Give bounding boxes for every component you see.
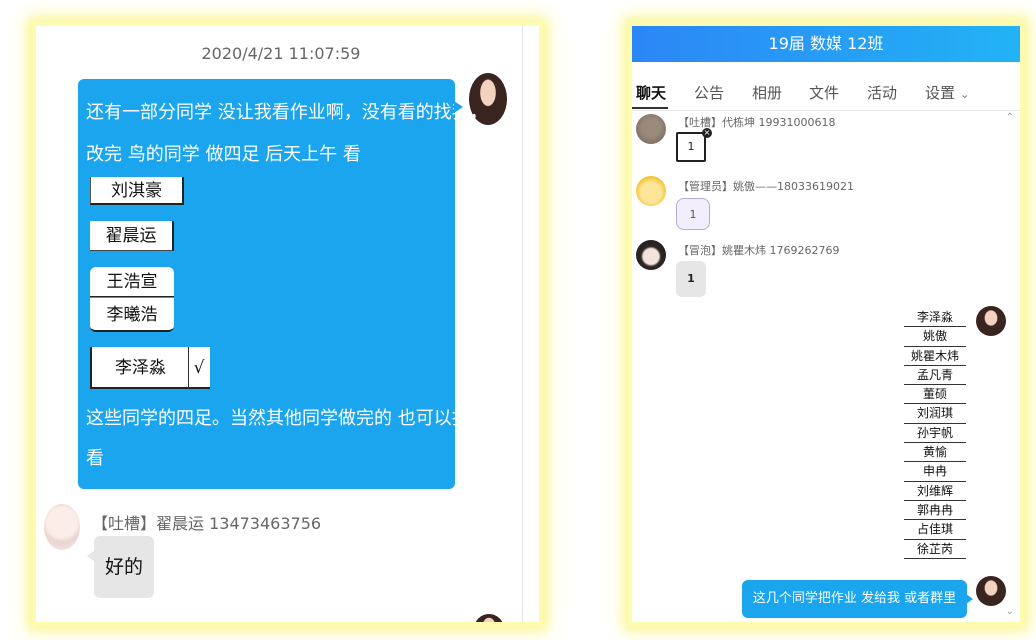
message-text: 1 [676, 198, 710, 230]
final-message-bubble: 这几个同学把作业 发给我 或者群里 [742, 580, 973, 618]
name-cell: 刘淇豪 [90, 177, 184, 205]
list-item: 申冉 [904, 462, 966, 482]
active-tab-indicator [632, 107, 668, 109]
list-item: 孙宇帆 [904, 424, 966, 444]
tab-settings[interactable]: 设置 ⌄ [925, 82, 970, 103]
reply-sender: 【吐槽】翟晨运 13473463756 [92, 514, 322, 533]
name-cell: 王浩宣 [90, 267, 174, 297]
chat-screenshot-right: 19届 数媒 12班 聊天 公告 相册 文件 活动 设置 ⌄ ⌃ 【吐槽】代栋坤… [632, 26, 1020, 622]
tab-album[interactable]: 相册 [752, 82, 782, 103]
list-item: 郭冉冉 [904, 501, 966, 521]
chevron-down-icon: ⌄ [959, 87, 970, 101]
chevron-up-icon[interactable]: ⌃ [1006, 112, 1014, 123]
group-title: 19届 数媒 12班 [632, 26, 1020, 62]
close-icon: × [702, 128, 712, 138]
group-tabs: 聊天 公告 相册 文件 活动 设置 ⌄ [632, 78, 1020, 109]
list-item: 孟凡青 [904, 366, 966, 386]
list-item: 姚瞿木炜 [904, 347, 966, 366]
student-avatar[interactable] [44, 504, 80, 550]
list-item: 徐芷芮 [904, 540, 966, 559]
message-line-1: 还有一部分同学 没让我看作业啊，没有看的找我， [86, 102, 488, 123]
tab-settings-label: 设置 [925, 84, 956, 102]
list-item: 黄愉 [904, 443, 966, 463]
list-item: 刘润琪 [904, 404, 966, 424]
name-list: 李泽淼 姚傲 姚瞿木炜 孟凡青 董硕 刘润琪 孙宇帆 黄愉 申冉 刘维辉 郭冉冉… [904, 308, 966, 559]
tab-announcements[interactable]: 公告 [694, 82, 724, 103]
teacher-avatar[interactable] [976, 576, 1006, 606]
teacher-avatar[interactable] [976, 306, 1006, 336]
message-timestamp: 2020/4/21 11:07:59 [201, 44, 361, 63]
message-line-4: 看 [86, 448, 104, 469]
list-item: 李泽淼 [904, 308, 966, 328]
name-cell: 李曦浩 [90, 298, 174, 332]
check-mark: √ [193, 358, 205, 378]
sender-avatar[interactable] [636, 240, 666, 270]
list-item: 刘维辉 [904, 482, 966, 501]
sender-avatar[interactable] [636, 114, 666, 144]
teacher-message-bubble: 还有一部分同学 没让我看作业啊，没有看的找我， 改完 鸟的同学 做四足 后天上午… [78, 79, 488, 489]
message-text: 1 [676, 261, 706, 297]
scrollbar-track[interactable] [522, 26, 523, 622]
sender-avatar[interactable] [636, 176, 666, 206]
name-cell: 李泽淼 [93, 347, 189, 389]
tabs-divider [632, 110, 1020, 111]
tab-files[interactable]: 文件 [809, 82, 839, 103]
tab-chat[interactable]: 聊天 [636, 82, 666, 103]
message-text: 1 [676, 132, 706, 162]
reply-bubble: 好的 [87, 536, 154, 598]
list-item: 姚傲 [904, 327, 966, 347]
list-item: 占佳琪 [904, 520, 966, 540]
message-sender: 【管理员】姚傲——18033619021 [678, 180, 854, 193]
message-line-2: 改完 鸟的同学 做四足 后天上午 看 [86, 144, 361, 165]
message-sender: 【冒泡】姚瞿木炜 1769262769 [678, 244, 840, 257]
message-line-3: 这些同学的四足。当然其他同学做完的 也可以找我 [86, 408, 488, 429]
list-item: 董硕 [904, 385, 966, 405]
chevron-down-icon[interactable]: ⌄ [1006, 606, 1014, 617]
chat-screenshot-left: 2020/4/21 11:07:59 还有一部分同学 没让我看作业啊，没有看的找… [36, 26, 539, 622]
teacher-avatar[interactable] [474, 614, 504, 622]
name-cell: 翟晨运 [90, 221, 174, 251]
message-sender: 【吐槽】代栋坤 19931000618 [678, 116, 836, 129]
name-cell-row: 李泽淼 √ [90, 347, 210, 389]
tab-activities[interactable]: 活动 [867, 82, 897, 103]
